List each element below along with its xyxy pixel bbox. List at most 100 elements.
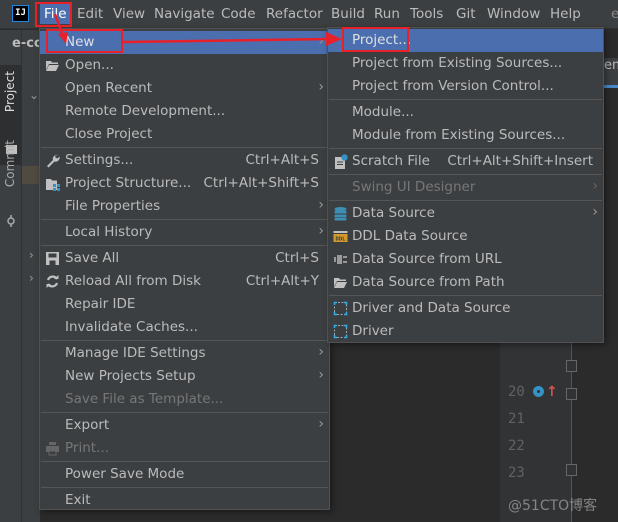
chevron-right-icon: › (318, 197, 324, 213)
menu-separator (41, 245, 328, 246)
database-icon (334, 207, 347, 221)
menu-window[interactable]: Window (487, 6, 540, 22)
menu-item-label: Scratch File (352, 153, 430, 169)
file-menu: New › Open... Open Recent › Remote Develop… (39, 28, 330, 510)
new-menu-scratch-file[interactable]: Scratch File Ctrl+Alt+Shift+Insert (328, 150, 603, 173)
menu-code[interactable]: Code (221, 6, 256, 22)
menu-view[interactable]: View (113, 6, 145, 22)
menu-item-label: Open... (65, 57, 114, 73)
file-menu-project-structure[interactable]: Project Structure... Ctrl+Alt+Shift+S (40, 172, 329, 195)
file-menu-exit[interactable]: Exit (40, 489, 329, 512)
menu-separator (41, 340, 328, 341)
menu-item-label: Data Source from URL (352, 251, 502, 267)
menu-item-label: Power Save Mode (65, 466, 185, 482)
file-menu-new[interactable]: New › (40, 31, 329, 54)
save-icon (46, 252, 59, 265)
file-menu-save-all[interactable]: Save All Ctrl+S (40, 247, 329, 270)
project-tree-highlight (22, 166, 40, 184)
file-menu-file-properties[interactable]: File Properties › (40, 195, 329, 218)
new-menu-project-from-vcs[interactable]: Project from Version Control... (328, 75, 603, 98)
menu-item-label: DDL Data Source (352, 228, 468, 244)
chevron-right-icon: › (592, 178, 598, 194)
menu-bar: IJ File Edit View Navigate Code Refactor… (0, 0, 618, 29)
file-menu-manage-ide-settings[interactable]: Manage IDE Settings › (40, 342, 329, 365)
menu-item-label: Settings... (65, 152, 134, 168)
new-menu-driver-and-data-source[interactable]: Driver and Data Source (328, 297, 603, 320)
commit-tool-button[interactable]: Commit (3, 140, 17, 187)
menu-item-label: Exit (65, 492, 91, 508)
menu-separator (41, 219, 328, 220)
fold-marker-icon[interactable] (566, 464, 577, 476)
menu-item-label: Swing UI Designer (352, 179, 476, 195)
ddl-icon: DDL (333, 231, 348, 243)
menu-item-label: Local History (65, 224, 153, 240)
new-menu-ddl-data-source[interactable]: DDL DDL Data Source (328, 225, 603, 248)
implemented-method-icon[interactable] (533, 386, 544, 397)
editor-tab[interactable]: em (604, 58, 618, 88)
new-menu-data-source[interactable]: Data Source › (328, 202, 603, 225)
menu-item-label: Reload All from Disk (65, 273, 201, 289)
menu-item-label: Data Source from Path (352, 274, 505, 290)
chevron-right-icon: › (318, 223, 324, 239)
menu-separator (329, 174, 602, 175)
plug-icon (334, 255, 347, 264)
fold-marker-icon[interactable] (566, 388, 577, 400)
new-menu-data-source-from-path[interactable]: Data Source from Path (328, 271, 603, 294)
menu-git[interactable]: Git (456, 6, 476, 22)
menu-separator (329, 200, 602, 201)
new-menu-driver[interactable]: Driver (328, 320, 603, 343)
menu-item-label: Repair IDE (65, 296, 136, 312)
window-title-truncated: e (611, 6, 618, 22)
new-menu-module[interactable]: Module... (328, 101, 603, 124)
file-menu-open-recent[interactable]: Open Recent › (40, 77, 329, 100)
chevron-right-icon: › (318, 367, 324, 383)
menu-edit[interactable]: Edit (77, 6, 103, 22)
fold-guide (571, 320, 572, 522)
menu-build[interactable]: Build (331, 6, 365, 22)
new-menu-module-from-existing-sources[interactable]: Module from Existing Sources... (328, 124, 603, 147)
tree-chevron-right-icon[interactable]: › (29, 248, 34, 262)
file-menu-remote-development[interactable]: Remote Development... (40, 100, 329, 123)
tree-chevron-down-icon[interactable]: ⌄ (29, 88, 39, 102)
new-menu-data-source-from-url[interactable]: Data Source from URL (328, 248, 603, 271)
menu-separator (41, 147, 328, 148)
menu-file[interactable]: File (40, 4, 71, 24)
menu-item-label: New (65, 34, 95, 50)
file-menu-repair-ide[interactable]: Repair IDE (40, 293, 329, 316)
new-menu-project[interactable]: Project... (328, 29, 603, 52)
menu-shortcut: Ctrl+Alt+Y (245, 273, 319, 289)
new-menu-swing-ui-designer: Swing UI Designer › (328, 176, 603, 199)
driver-icon (333, 324, 348, 339)
new-menu-project-from-existing-sources[interactable]: Project from Existing Sources... (328, 52, 603, 75)
file-menu-open[interactable]: Open... (40, 54, 329, 77)
intellij-logo-icon[interactable]: IJ (12, 5, 29, 22)
file-menu-settings[interactable]: Settings... Ctrl+Alt+S (40, 149, 329, 172)
file-menu-close-project[interactable]: Close Project (40, 123, 329, 146)
tree-chevron-right-icon[interactable]: › (29, 271, 34, 285)
menu-tools[interactable]: Tools (410, 6, 443, 22)
fold-marker-icon[interactable] (566, 360, 577, 372)
menu-file-label: File (44, 6, 67, 22)
menu-navigate[interactable]: Navigate (154, 6, 215, 22)
driver-icon (333, 301, 348, 316)
file-menu-new-projects-setup[interactable]: New Projects Setup › (40, 365, 329, 388)
file-menu-save-file-as-template: Save File as Template... (40, 388, 329, 411)
file-menu-export[interactable]: Export › (40, 414, 329, 437)
menu-item-label: Invalidate Caches... (65, 319, 198, 335)
file-menu-reload-all[interactable]: Reload All from Disk Ctrl+Alt+Y (40, 270, 329, 293)
override-arrow-icon[interactable]: ↑ (546, 384, 558, 400)
menu-item-label: Close Project (65, 126, 153, 142)
file-menu-power-save-mode[interactable]: Power Save Mode (40, 463, 329, 486)
file-menu-invalidate-caches[interactable]: Invalidate Caches... (40, 316, 329, 339)
menu-run[interactable]: Run (374, 6, 400, 22)
menu-item-label: Module... (352, 104, 414, 120)
new-submenu: Project... Project from Existing Sources… (327, 27, 604, 343)
menu-separator (329, 295, 602, 296)
menu-item-label: Remote Development... (65, 103, 226, 119)
print-icon (46, 442, 59, 456)
line-number: 23 (508, 465, 525, 481)
file-menu-local-history[interactable]: Local History › (40, 221, 329, 244)
menu-item-label: Project... (352, 32, 412, 48)
menu-help[interactable]: Help (550, 6, 581, 22)
menu-refactor[interactable]: Refactor (266, 6, 323, 22)
